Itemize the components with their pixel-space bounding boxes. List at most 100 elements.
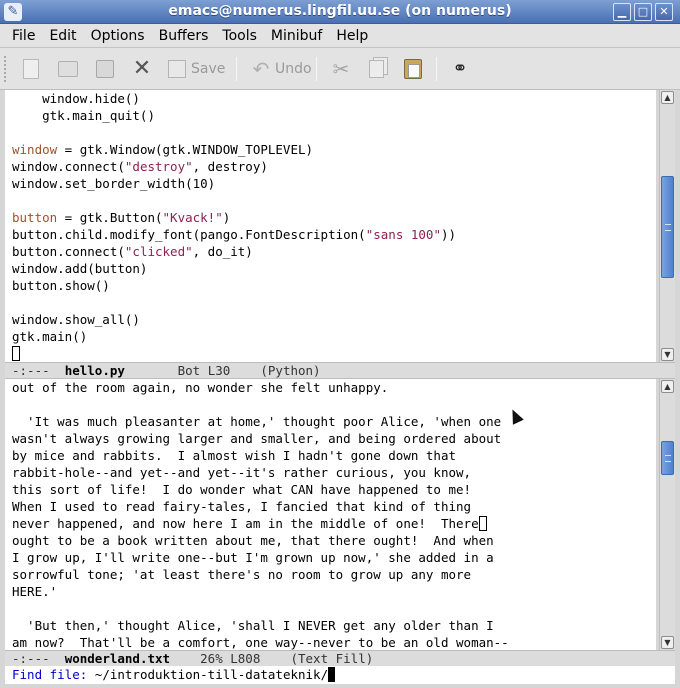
dired-icon (96, 60, 114, 78)
code-text: , do_it) (192, 244, 253, 259)
close-buffer-icon: ✕ (132, 56, 152, 81)
window-title: emacs@numerus.lingfil.uu.se (on numerus) (168, 3, 512, 19)
minibuffer[interactable]: Find file: ~/introduktion-till-datatekni… (5, 666, 675, 684)
code-line: window.set_border_width(10) (5, 175, 656, 192)
string-literal: "sans 100" (365, 227, 441, 242)
text-line: sorrowful tone; 'at least there's no roo… (12, 567, 472, 582)
modeline-position: 26% L808 (170, 651, 291, 666)
close-window-button[interactable]: ✕ (655, 3, 673, 21)
title-bar: ✎ emacs@numerus.lingfil.uu.se (on numeru… (0, 0, 680, 24)
upper-scrollbar[interactable]: ▲ ▼ (659, 90, 675, 362)
lower-scrollbar[interactable]: ▲ ▼ (659, 379, 675, 650)
maximize-button[interactable]: □ (634, 3, 652, 21)
menu-tools[interactable]: Tools (215, 24, 264, 47)
code-text: , destroy) (192, 159, 268, 174)
text-line: never happened, and now here I am in the… (5, 515, 656, 532)
menu-buffers[interactable]: Buffers (152, 24, 216, 47)
code-line: window = gtk.Window(gtk.WINDOW_TOPLEVEL) (5, 141, 656, 158)
text-line: this sort of life! I do wonder what CAN … (12, 482, 472, 497)
code-line: button.child.modify_font(pango.FontDescr… (5, 226, 656, 243)
copy-icon (369, 60, 384, 78)
code-line: gtk.main() (5, 328, 656, 345)
code-line: window.show_all() (5, 311, 656, 328)
code-line: button.connect("clicked", do_it) (5, 243, 656, 260)
code-line: window.connect("destroy", destroy) (5, 158, 656, 175)
menu-minibuf[interactable]: Minibuf (264, 24, 329, 47)
cut-icon: ✂ (332, 57, 350, 81)
code-line: gtk.main_quit() (5, 107, 656, 124)
text-cursor (478, 516, 487, 531)
modeline-status: -:--- (12, 363, 65, 378)
text-cursor (12, 346, 20, 361)
code-text: button.child.modify_font(pango.FontDescr… (12, 227, 366, 242)
text-line: rabbit-hole--and yet--and yet--it's rath… (12, 465, 472, 480)
code-text: window.show_all() (12, 312, 140, 327)
modeline-mode: (Text Fill) (290, 651, 374, 666)
text-line: wasn't always growing larger and smaller… (12, 431, 502, 446)
text-line: by mice and rabbits. I almost wish I had… (12, 448, 457, 463)
toolbar: ✕ Save ↶ Undo ✂ ⚭ (0, 48, 680, 90)
undo-button[interactable]: ↶ Undo (250, 56, 312, 82)
code-text: = gtk.Window(gtk.WINDOW_TOPLEVEL) (57, 142, 314, 157)
cut-button[interactable]: ✂ (330, 56, 352, 82)
code-text: window.add(button) (12, 261, 148, 276)
scroll-up-arrow[interactable]: ▲ (661, 91, 674, 104)
text-line: When I used to read fairy-tales, I fanci… (12, 499, 472, 514)
toolbar-separator (436, 57, 437, 81)
text-line (5, 600, 656, 617)
mode-line-hello[interactable]: -:--- hello.py Bot L30 (Python) (5, 362, 675, 379)
code-line: button = gtk.Button("Kvack!") (5, 209, 656, 226)
code-text: = gtk.Button( (57, 210, 163, 225)
save-label: Save (191, 61, 226, 77)
new-file-button[interactable] (20, 56, 42, 82)
code-text: )) (440, 227, 457, 242)
close-buffer-button[interactable]: ✕ (131, 56, 153, 82)
minibuffer-input[interactable]: ~/introduktion-till-datateknik/ (95, 667, 328, 682)
new-file-icon (23, 59, 39, 79)
scroll-thumb[interactable] (661, 176, 674, 278)
text-line: HERE.' (12, 584, 58, 599)
search-button[interactable]: ⚭ (449, 56, 471, 82)
scroll-down-arrow[interactable]: ▼ (661, 348, 674, 361)
code-text: window.hide() (12, 91, 140, 106)
modeline-mode: (Python) (260, 363, 321, 378)
text-line: I grow up, I'll write one--but I'm grown… (12, 550, 494, 565)
scroll-thumb[interactable] (661, 441, 674, 475)
text-line: out of the room again, no wonder she fel… (12, 380, 389, 395)
toolbar-separator (236, 57, 237, 81)
undo-icon: ↶ (252, 57, 270, 81)
code-text: gtk.main() (12, 329, 88, 344)
string-literal: "destroy" (124, 159, 193, 174)
search-binoculars-icon: ⚭ (452, 58, 468, 79)
menu-help[interactable]: Help (329, 24, 375, 47)
menu-file[interactable]: File (5, 24, 42, 47)
open-folder-button[interactable] (57, 56, 79, 82)
hello-py-buffer[interactable]: window.hide() gtk.main_quit()window = gt… (5, 90, 656, 362)
wonderland-txt-buffer[interactable]: out of the room again, no wonder she fel… (5, 379, 656, 650)
minibuffer-prompt: Find file: (12, 667, 95, 682)
paste-icon (404, 59, 422, 79)
toolbar-grip[interactable] (4, 56, 8, 82)
code-line: button.show() (5, 277, 656, 294)
save-button[interactable]: Save (166, 56, 225, 82)
mode-line-wonderland[interactable]: -:--- wonderland.txt 26% L808 (Text Fill… (5, 650, 675, 667)
menu-options[interactable]: Options (84, 24, 152, 47)
dired-button[interactable] (94, 56, 116, 82)
minimize-button[interactable]: ▁ (613, 3, 631, 21)
menu-edit[interactable]: Edit (42, 24, 83, 47)
code-text: window.set_border_width(10) (12, 176, 216, 191)
cursor-line (5, 345, 656, 362)
scroll-down-arrow[interactable]: ▼ (661, 636, 674, 649)
paste-button[interactable] (402, 56, 424, 82)
text-line: am now? That'll be a comfort, one way--n… (12, 635, 509, 650)
string-literal: "Kvack!" (162, 210, 223, 225)
code-line: window.hide() (5, 90, 656, 107)
code-text: gtk.main_quit() (12, 108, 155, 123)
copy-button[interactable] (366, 56, 387, 82)
text-line: 'It was much pleasanter at home,' though… (12, 414, 502, 429)
undo-label: Undo (275, 61, 312, 77)
modeline-status: -:--- (12, 651, 65, 666)
scroll-up-arrow[interactable]: ▲ (661, 380, 674, 393)
text-line: ought to be a book written about me, tha… (12, 533, 494, 548)
